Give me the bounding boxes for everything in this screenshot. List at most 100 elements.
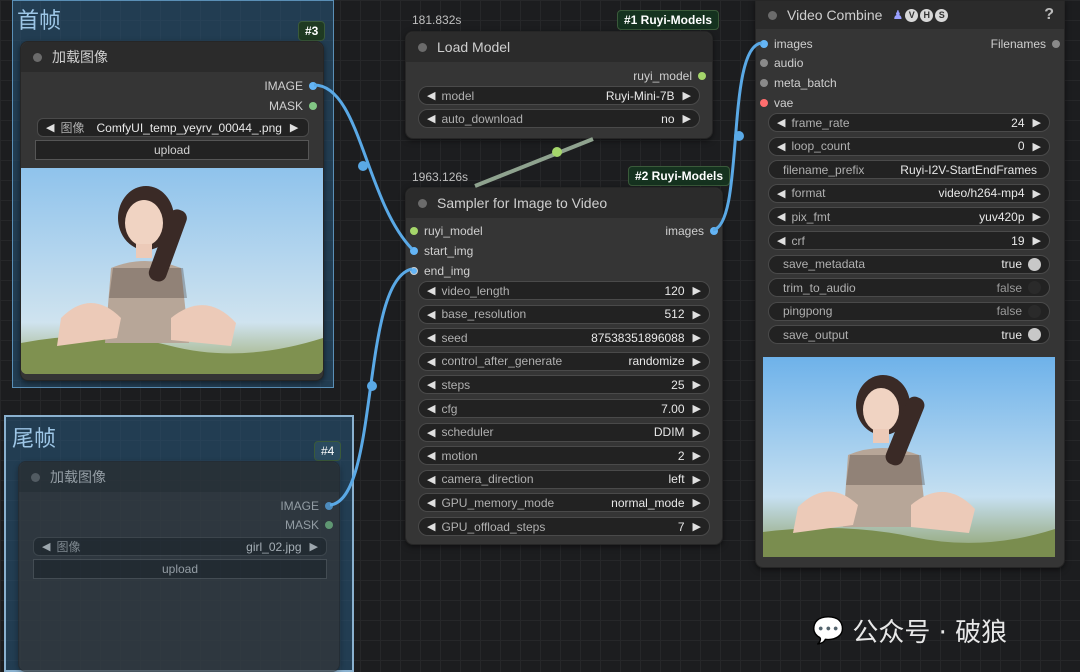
input-images[interactable]: images: [760, 37, 813, 51]
input-audio[interactable]: audio: [760, 56, 803, 70]
arrow-right-icon[interactable]: ▶: [693, 473, 701, 486]
arrow-right-icon[interactable]: ▶: [310, 540, 318, 553]
arrow-right-icon[interactable]: ▶: [1033, 234, 1041, 247]
upload-button[interactable]: upload: [33, 559, 327, 579]
toggle-knob-icon[interactable]: [1028, 304, 1041, 318]
collapse-dot-icon[interactable]: [31, 472, 40, 482]
sampler-node[interactable]: Sampler for Image to Video ruyi_model st…: [405, 187, 723, 545]
help-icon[interactable]: ?: [1044, 6, 1054, 24]
input-meta-batch[interactable]: meta_batch: [760, 76, 837, 90]
widget-control-after-generate[interactable]: ◀ control_after_generate randomize ▶: [418, 351, 710, 371]
toggle-knob-icon[interactable]: [1028, 328, 1041, 342]
arrow-right-icon[interactable]: ▶: [693, 355, 701, 368]
output-images[interactable]: images: [665, 224, 718, 238]
arrow-left-icon[interactable]: ◀: [777, 210, 785, 223]
widget-trim-to-audio[interactable]: trim_to_audio false: [768, 278, 1050, 298]
widget-base-resolution[interactable]: ◀ base_resolution 512 ▶: [418, 304, 710, 324]
arrow-right-icon[interactable]: ▶: [693, 378, 701, 391]
arrow-left-icon[interactable]: ◀: [427, 473, 435, 486]
load-image-node-1[interactable]: 加载图像 IMAGE MASK ◀ 图像 ComfyUI_temp_yeyrv_…: [20, 41, 324, 381]
arrow-right-icon[interactable]: ▶: [693, 402, 701, 415]
node-header[interactable]: 加载图像: [21, 42, 323, 72]
arrow-right-icon[interactable]: ▶: [693, 331, 701, 344]
arrow-right-icon[interactable]: ▶: [1033, 140, 1041, 153]
arrow-left-icon[interactable]: ◀: [46, 121, 54, 134]
upload-button[interactable]: upload: [35, 140, 309, 160]
arrow-left-icon[interactable]: ◀: [777, 234, 785, 247]
arrow-left-icon[interactable]: ◀: [427, 426, 435, 439]
arrow-right-icon[interactable]: ▶: [693, 284, 701, 297]
input-ruyi-model[interactable]: ruyi_model: [410, 224, 483, 238]
toggle-knob-icon[interactable]: [1028, 281, 1041, 295]
arrow-left-icon[interactable]: ◀: [427, 284, 435, 297]
widget-camera-direction[interactable]: ◀ camera_direction left ▶: [418, 469, 710, 489]
arrow-right-icon[interactable]: ▶: [1033, 116, 1041, 129]
widget-save-output[interactable]: save_output true: [768, 325, 1050, 345]
widget-video-length[interactable]: ◀ video_length 120 ▶: [418, 281, 710, 300]
input-start-img[interactable]: start_img: [410, 244, 473, 258]
node-header[interactable]: 加载图像: [19, 462, 339, 492]
widget-model[interactable]: ◀ model Ruyi-Mini-7B ▶: [418, 86, 700, 105]
arrow-right-icon[interactable]: ▶: [693, 496, 701, 509]
output-ruyi-model[interactable]: ruyi_model: [633, 69, 706, 83]
widget-seed[interactable]: ◀ seed 87538351896088 ▶: [418, 328, 710, 348]
arrow-left-icon[interactable]: ◀: [427, 378, 435, 391]
arrow-left-icon[interactable]: ◀: [427, 331, 435, 344]
collapse-dot-icon[interactable]: [33, 52, 42, 62]
widget-frame-rate[interactable]: ◀ frame_rate 24 ▶: [768, 113, 1050, 132]
arrow-right-icon[interactable]: ▶: [693, 520, 701, 533]
widget-scheduler[interactable]: ◀ scheduler DDIM ▶: [418, 422, 710, 442]
arrow-right-icon[interactable]: ▶: [693, 449, 701, 462]
video-preview[interactable]: [763, 357, 1055, 557]
arrow-left-icon[interactable]: ◀: [427, 520, 435, 533]
arrow-left-icon[interactable]: ◀: [427, 112, 435, 125]
collapse-dot-icon[interactable]: [768, 10, 777, 20]
arrow-left-icon[interactable]: ◀: [427, 355, 435, 368]
output-mask[interactable]: MASK: [269, 99, 317, 113]
load-model-node[interactable]: Load Model ruyi_model ◀ model Ruyi-Mini-…: [405, 31, 713, 139]
node-header[interactable]: Sampler for Image to Video: [406, 188, 722, 218]
widget-crf[interactable]: ◀ crf 19 ▶: [768, 231, 1050, 250]
arrow-right-icon[interactable]: ▶: [1033, 210, 1041, 223]
arrow-right-icon[interactable]: ▶: [290, 121, 298, 134]
widget-motion[interactable]: ◀ motion 2 ▶: [418, 446, 710, 466]
output-filenames[interactable]: Filenames: [991, 37, 1060, 51]
arrow-right-icon[interactable]: ▶: [693, 308, 701, 321]
node-header[interactable]: Load Model: [406, 32, 712, 62]
widget-pix-fmt[interactable]: ◀ pix_fmt yuv420p ▶: [768, 207, 1050, 227]
arrow-right-icon[interactable]: ▶: [683, 89, 691, 102]
arrow-left-icon[interactable]: ◀: [777, 187, 785, 200]
image-select-widget[interactable]: ◀ 图像 girl_02.jpg ▶: [33, 537, 327, 556]
load-image-node-2[interactable]: 加载图像 IMAGE MASK ◀ 图像 girl_02.jpg ▶ uploa…: [18, 461, 340, 672]
video-combine-node[interactable]: Video Combine ♟ V H S ? images audio met…: [755, 0, 1065, 568]
widget-save-metadata[interactable]: save_metadata true: [768, 254, 1050, 274]
arrow-left-icon[interactable]: ◀: [427, 496, 435, 509]
arrow-left-icon[interactable]: ◀: [427, 308, 435, 321]
widget-format[interactable]: ◀ format video/h264-mp4 ▶: [768, 183, 1050, 203]
arrow-left-icon[interactable]: ◀: [427, 402, 435, 415]
collapse-dot-icon[interactable]: [418, 198, 427, 208]
arrow-left-icon[interactable]: ◀: [427, 449, 435, 462]
widget-gpu-offload-steps[interactable]: ◀ GPU_offload_steps 7 ▶: [418, 517, 710, 536]
arrow-left-icon[interactable]: ◀: [42, 540, 50, 553]
widget-gpu-memory-mode[interactable]: ◀ GPU_memory_mode normal_mode ▶: [418, 493, 710, 513]
node-header[interactable]: Video Combine ♟ V H S ?: [756, 1, 1064, 29]
arrow-left-icon[interactable]: ◀: [777, 140, 785, 153]
output-image[interactable]: IMAGE: [264, 79, 317, 93]
arrow-left-icon[interactable]: ◀: [427, 89, 435, 102]
collapse-dot-icon[interactable]: [418, 42, 427, 52]
arrow-right-icon[interactable]: ▶: [693, 426, 701, 439]
widget-auto-download[interactable]: ◀ auto_download no ▶: [418, 109, 700, 128]
arrow-right-icon[interactable]: ▶: [1033, 187, 1041, 200]
widget-cfg[interactable]: ◀ cfg 7.00 ▶: [418, 399, 710, 418]
arrow-right-icon[interactable]: ▶: [683, 112, 691, 125]
widget-filename-prefix[interactable]: filename_prefix Ruyi-I2V-StartEndFrames: [768, 160, 1050, 180]
widget-loop-count[interactable]: ◀ loop_count 0 ▶: [768, 136, 1050, 156]
output-image[interactable]: IMAGE: [280, 499, 333, 513]
toggle-knob-icon[interactable]: [1028, 257, 1041, 271]
arrow-left-icon[interactable]: ◀: [777, 116, 785, 129]
input-vae[interactable]: vae: [760, 96, 793, 110]
widget-steps[interactable]: ◀ steps 25 ▶: [418, 375, 710, 395]
image-select-widget[interactable]: ◀ 图像 ComfyUI_temp_yeyrv_00044_.png ▶: [37, 118, 309, 137]
input-end-img[interactable]: end_img: [410, 264, 470, 278]
